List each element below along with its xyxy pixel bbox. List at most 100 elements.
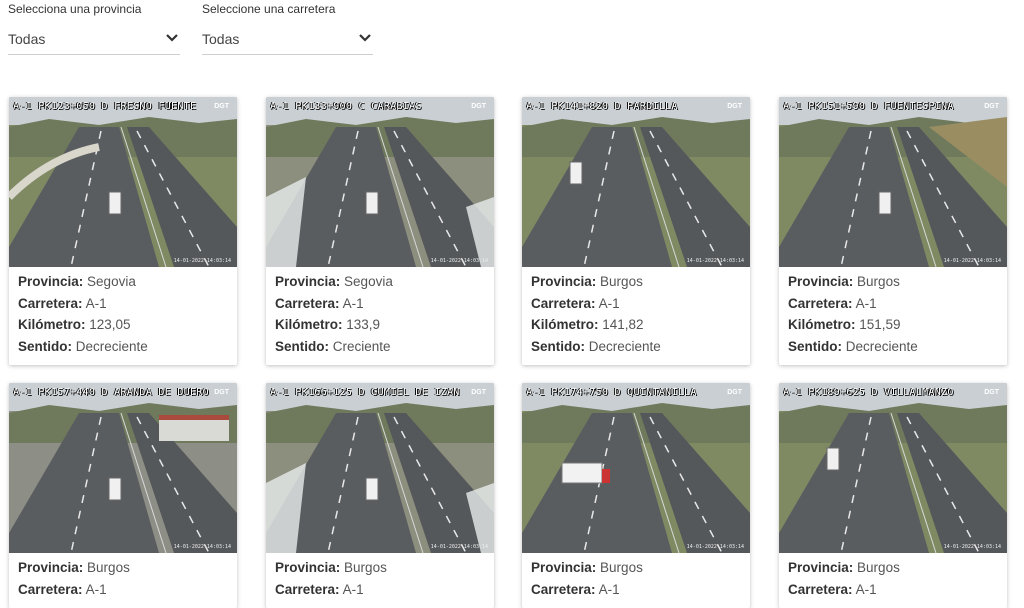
province-label: Provincia: <box>18 274 84 289</box>
camera-card[interactable]: A-1 PK174+750 D QUINTANILLA DGT 14-01-2022… <box>522 383 750 608</box>
camera-card[interactable]: A-1 PK157+440 D ARANDA DE DUERO DGT 14-01-… <box>9 383 237 608</box>
info-row-road: Carretera: A-1 <box>275 293 485 315</box>
camera-timestamp: 14-01-2022 14:03:14 <box>943 544 1001 550</box>
camera-info: Provincia: Burgos Carretera: A-1 <box>522 553 750 608</box>
camera-info: Provincia: Segovia Carretera: A-1 Kilómetr… <box>266 267 494 365</box>
camera-timestamp: 14-01-2022 14:03:14 <box>173 258 231 264</box>
direction-value: Decreciente <box>588 338 661 354</box>
info-row-road: Carretera: A-1 <box>788 579 998 601</box>
road-value: A-1 <box>85 581 107 597</box>
direction-value: Decreciente <box>845 338 918 354</box>
km-label: Kilómetro: <box>18 317 86 332</box>
province-value: Burgos <box>857 560 900 575</box>
camera-logo: DGT <box>471 389 486 396</box>
camera-logo: DGT <box>471 103 486 110</box>
direction-label: Sentido: <box>18 338 72 354</box>
camera-timestamp: 14-01-2022 14:03:14 <box>430 258 488 264</box>
road-select[interactable]: Todas <box>202 24 373 55</box>
camera-caption: A-1 PK157+440 D ARANDA DE DUERO <box>13 387 209 398</box>
camera-caption: A-1 PK151+590 D FUENTESPINA <box>783 101 954 112</box>
camera-card[interactable]: A-1 PK189+625 D VILLALMANZO DGT 14-01-2022… <box>779 383 1007 608</box>
camera-caption: A-1 PK123+050 D FRESNO FUENTE <box>13 101 197 112</box>
info-row-province: Provincia: Burgos <box>788 557 998 579</box>
camera-image[interactable]: A-1 PK174+750 D QUINTANILLA DGT 14-01-2022… <box>522 383 750 553</box>
km-value: 151,59 <box>859 317 901 332</box>
info-row-direction: Sentido: Decreciente <box>531 336 741 358</box>
road-label: Carretera: <box>531 581 596 597</box>
camera-timestamp: 14-01-2022 14:03:14 <box>686 544 744 550</box>
camera-logo: DGT <box>727 389 742 396</box>
camera-info: Provincia: Burgos Carretera: A-1 <box>9 553 237 608</box>
road-select-value: Todas <box>202 31 240 47</box>
road-value: A-1 <box>855 295 877 311</box>
camera-card[interactable]: A-1 PK123+050 D FRESNO FUENTE DGT 14-01-20… <box>9 97 237 365</box>
km-value: 133,9 <box>346 317 381 332</box>
info-row-road: Carretera: A-1 <box>275 579 485 601</box>
camera-card[interactable]: A-1 PK133+900 C CARABIAS DGT 14-01-2022 14… <box>266 97 494 365</box>
camera-snapshot <box>522 97 750 267</box>
camera-caption: A-1 PK141+820 D PARDILLA <box>526 101 678 112</box>
info-row-km: Kilómetro: 151,59 <box>788 314 998 336</box>
road-filter-label: Seleccione una carretera <box>202 2 336 16</box>
camera-card[interactable]: A-1 PK141+820 D PARDILLA DGT 14-01-2022 14… <box>522 97 750 365</box>
camera-snapshot <box>779 383 1007 553</box>
province-label: Provincia: <box>531 274 597 289</box>
km-label: Kilómetro: <box>275 317 343 332</box>
camera-caption: A-1 PK166+125 D GUMIEL DE IZAN <box>270 387 460 398</box>
info-row-province: Provincia: Segovia <box>18 271 228 293</box>
camera-image[interactable]: A-1 PK166+125 D GUMIEL DE IZAN DGT 14-01-2… <box>266 383 494 553</box>
camera-snapshot <box>266 97 494 267</box>
road-label: Carretera: <box>18 295 83 311</box>
camera-card[interactable]: A-1 PK151+590 D FUENTESPINA DGT 14-01-2022… <box>779 97 1007 365</box>
km-value: 123,05 <box>89 317 131 332</box>
road-label: Carretera: <box>788 295 853 311</box>
chevron-down-icon <box>166 34 178 42</box>
km-value: 141,82 <box>602 317 644 332</box>
camera-snapshot <box>779 97 1007 267</box>
camera-info: Provincia: Segovia Carretera: A-1 Kilómetr… <box>9 267 237 365</box>
province-label: Provincia: <box>531 560 597 575</box>
road-value: A-1 <box>85 295 107 311</box>
province-value: Burgos <box>87 560 130 575</box>
road-label: Carretera: <box>788 581 853 597</box>
camera-image[interactable]: A-1 PK189+625 D VILLALMANZO DGT 14-01-2022… <box>779 383 1007 553</box>
road-label: Carretera: <box>275 581 340 597</box>
km-label: Kilómetro: <box>531 317 599 332</box>
info-row-direction: Sentido: Decreciente <box>788 336 998 358</box>
province-label: Provincia: <box>18 560 84 575</box>
camera-info: Provincia: Burgos Carretera: A-1 Kilómetro… <box>779 267 1007 365</box>
info-row-province: Provincia: Burgos <box>275 557 485 579</box>
camera-logo: DGT <box>984 103 999 110</box>
direction-label: Sentido: <box>531 338 585 354</box>
camera-card[interactable]: A-1 PK166+125 D GUMIEL DE IZAN DGT 14-01-2… <box>266 383 494 608</box>
camera-image[interactable]: A-1 PK151+590 D FUENTESPINA DGT 14-01-2022… <box>779 97 1007 267</box>
camera-image[interactable]: A-1 PK141+820 D PARDILLA DGT 14-01-2022 14… <box>522 97 750 267</box>
info-row-province: Provincia: Segovia <box>275 271 485 293</box>
direction-label: Sentido: <box>788 338 842 354</box>
camera-timestamp: 14-01-2022 14:03:14 <box>430 544 488 550</box>
road-label: Carretera: <box>275 295 340 311</box>
info-row-province: Provincia: Burgos <box>531 271 741 293</box>
camera-info: Provincia: Burgos Carretera: A-1 Kilómetro… <box>522 267 750 365</box>
chevron-down-icon <box>359 34 371 42</box>
camera-snapshot <box>522 383 750 553</box>
camera-image[interactable]: A-1 PK157+440 D ARANDA DE DUERO DGT 14-01-… <box>9 383 237 553</box>
province-value: Burgos <box>857 274 900 289</box>
info-row-road: Carretera: A-1 <box>788 293 998 315</box>
camera-image[interactable]: A-1 PK123+050 D FRESNO FUENTE DGT 14-01-20… <box>9 97 237 267</box>
province-select[interactable]: Todas <box>8 24 180 55</box>
camera-info: Provincia: Burgos Carretera: A-1 <box>779 553 1007 608</box>
info-row-km: Kilómetro: 141,82 <box>531 314 741 336</box>
province-value: Burgos <box>600 274 643 289</box>
province-label: Provincia: <box>788 560 854 575</box>
province-label: Provincia: <box>275 560 341 575</box>
camera-timestamp: 14-01-2022 14:03:14 <box>686 258 744 264</box>
camera-logo: DGT <box>727 103 742 110</box>
camera-logo: DGT <box>984 389 999 396</box>
info-row-province: Provincia: Burgos <box>788 271 998 293</box>
camera-snapshot <box>9 383 237 553</box>
camera-caption: A-1 PK174+750 D QUINTANILLA <box>526 387 697 398</box>
camera-timestamp: 14-01-2022 14:03:14 <box>943 258 1001 264</box>
camera-image[interactable]: A-1 PK133+900 C CARABIAS DGT 14-01-2022 14… <box>266 97 494 267</box>
province-filter-label: Selecciona una provincia <box>8 2 142 16</box>
